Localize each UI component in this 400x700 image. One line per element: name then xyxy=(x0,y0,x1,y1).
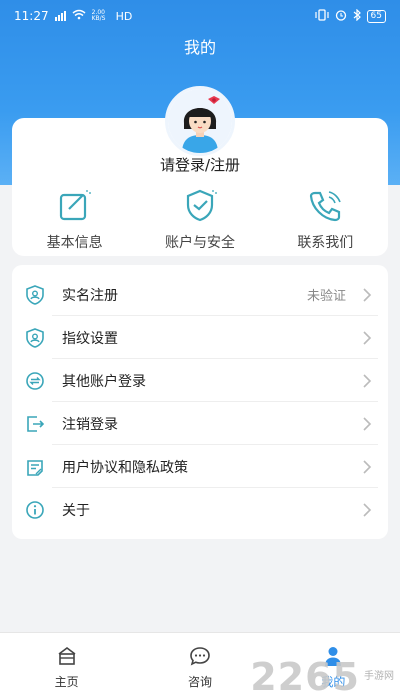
login-register-link[interactable]: 请登录/注册 xyxy=(12,154,388,175)
site-watermark: 2265 手游网 xyxy=(250,658,394,696)
menu-item-label: 其他账户登录 xyxy=(62,373,146,390)
verification-status: 未验证 xyxy=(306,289,346,304)
net-speed: 2.00 KB/S xyxy=(91,9,106,22)
quick-actions: 基本信息 账户与安全 联系我们 xyxy=(12,186,388,252)
status-bar: 11:27 2.00 KB/S HD 65 xyxy=(0,0,400,32)
wifi-icon xyxy=(72,9,86,23)
tab-home[interactable]: 主页 xyxy=(0,633,133,700)
settings-menu: 实名注册 未验证 指纹设置 其他账户登录 注销登录 用户协议和隐私政策 关于 xyxy=(12,265,388,539)
tab-label: 咨询 xyxy=(187,675,212,689)
switch-account-icon xyxy=(24,370,46,392)
phone-icon xyxy=(306,186,344,224)
edit-icon xyxy=(56,186,94,224)
tab-label: 主页 xyxy=(54,675,79,689)
chevron-right-icon xyxy=(356,499,378,521)
menu-item-label: 指纹设置 xyxy=(62,330,118,347)
agreement-icon xyxy=(24,456,46,478)
quick-action-label: 联系我们 xyxy=(297,235,354,251)
menu-item-label: 用户协议和隐私政策 xyxy=(62,459,188,476)
chevron-right-icon xyxy=(356,370,378,392)
menu-item-label: 关于 xyxy=(62,502,90,519)
profile-screen: 11:27 2.00 KB/S HD 65 我的 请登录/注册 基本信息 账户与… xyxy=(0,0,400,700)
chevron-right-icon xyxy=(356,413,378,435)
chat-icon xyxy=(189,645,211,667)
shield-check-icon xyxy=(181,186,219,224)
chevron-right-icon xyxy=(356,284,378,306)
chevron-right-icon xyxy=(356,456,378,478)
menu-item-label: 实名注册 xyxy=(62,287,118,304)
page-title: 我的 xyxy=(183,38,216,57)
vibrate-icon xyxy=(314,8,329,24)
menu-item-agreement[interactable]: 用户协议和隐私政策 xyxy=(12,445,388,488)
menu-item-other-login[interactable]: 其他账户登录 xyxy=(12,359,388,402)
watermark-text: 手游网 xyxy=(364,671,394,683)
id-shield-icon xyxy=(24,284,46,306)
info-icon xyxy=(24,499,46,521)
quick-action-contact-us[interactable]: 联系我们 xyxy=(263,186,388,252)
signal-icon xyxy=(54,11,66,21)
bluetooth-icon xyxy=(353,8,361,24)
logout-icon xyxy=(24,413,46,435)
hd-indicator: HD xyxy=(115,9,133,23)
menu-item-fingerprint[interactable]: 指纹设置 xyxy=(12,316,388,359)
avatar[interactable] xyxy=(165,86,235,156)
quick-action-basic-info[interactable]: 基本信息 xyxy=(12,186,137,252)
quick-action-label: 账户与安全 xyxy=(164,235,235,251)
watermark-number: 2265 xyxy=(250,655,360,699)
menu-item-logout[interactable]: 注销登录 xyxy=(12,402,388,445)
chevron-right-icon xyxy=(356,327,378,349)
status-time: 11:27 xyxy=(14,9,49,23)
menu-item-label: 注销登录 xyxy=(62,416,118,433)
home-icon xyxy=(56,645,78,667)
watermark-label: 手游网 xyxy=(364,671,394,682)
quick-action-label: 基本信息 xyxy=(46,235,103,251)
menu-item-about[interactable]: 关于 xyxy=(12,488,388,531)
alarm-icon xyxy=(335,9,347,24)
battery-level: 65 xyxy=(366,9,386,23)
tab-consult[interactable]: 咨询 xyxy=(133,633,266,700)
quick-action-account-security[interactable]: 账户与安全 xyxy=(137,186,262,252)
menu-item-real-name[interactable]: 实名注册 未验证 xyxy=(12,273,388,316)
fingerprint-shield-icon xyxy=(24,327,46,349)
